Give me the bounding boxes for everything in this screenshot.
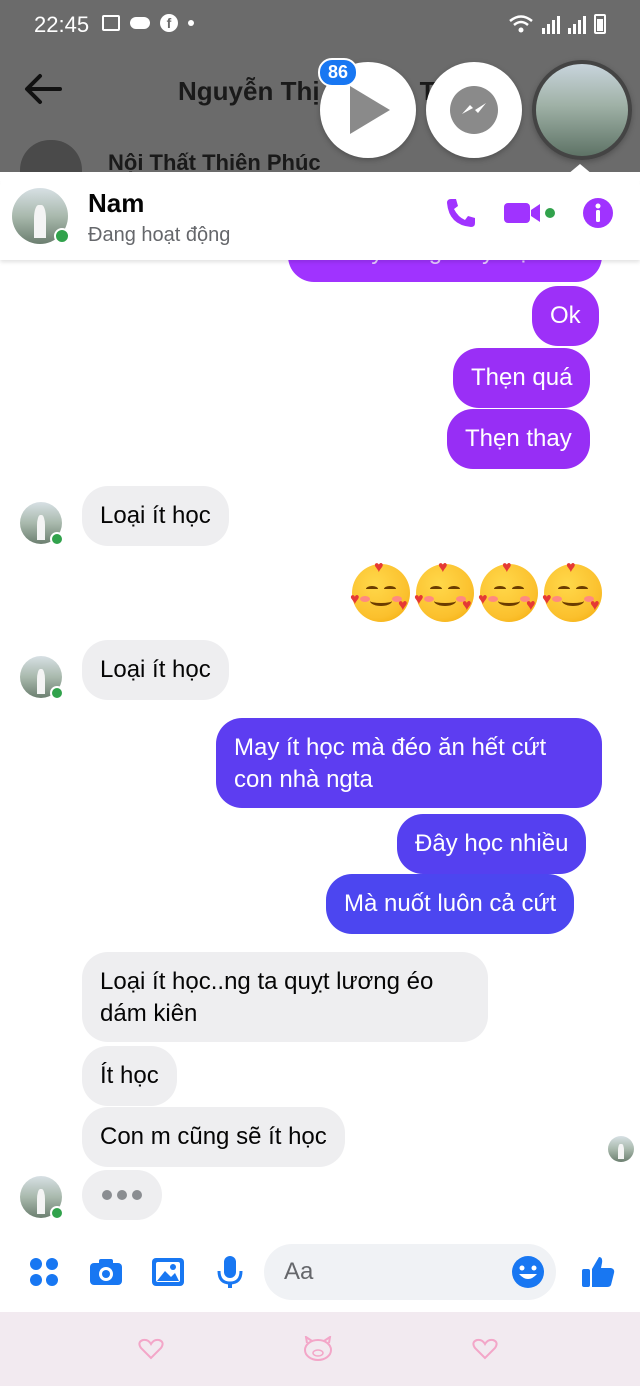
back-arrow-icon[interactable] — [24, 72, 62, 106]
message-text-line: May ít học mà đéo ăn hết cứt — [234, 734, 547, 761]
camera-icon[interactable] — [88, 1254, 124, 1290]
like-icon[interactable] — [580, 1254, 616, 1290]
online-indicator — [50, 1206, 64, 1220]
message-bubble-in[interactable]: Loại ít học — [82, 486, 229, 546]
unread-badge: 86 — [318, 58, 359, 87]
gallery-icon[interactable] — [150, 1254, 186, 1290]
message-bubble-out[interactable]: Ok — [532, 286, 599, 346]
home-pig-icon[interactable] — [302, 1336, 334, 1362]
header-actions — [444, 196, 614, 230]
message-bubble-in[interactable]: Loại ít học..ng ta quỵt lương éo dám kiê… — [82, 952, 488, 1042]
message-text: Loại ít học — [100, 502, 211, 529]
message-input[interactable]: Aa — [264, 1244, 556, 1300]
play-icon — [350, 86, 390, 134]
cloud-icon — [130, 17, 150, 29]
emoji-picker-icon[interactable] — [510, 1254, 546, 1290]
message-bubble-out[interactable]: May ít học mà đéo ăn hết cứt con nhà ngt… — [216, 718, 602, 808]
phone-call-icon[interactable] — [444, 196, 478, 230]
system-icons — [508, 14, 606, 34]
chat-window: Nam Đang hoạt động Lên cty cũng thay thị… — [0, 172, 640, 1312]
smiling-face-with-hearts-icon: ♥ ♥ ♥ — [478, 560, 538, 622]
microphone-icon[interactable] — [212, 1254, 248, 1290]
gallery-notification-icon — [102, 15, 120, 31]
message-text-line: dám kiên — [100, 1000, 198, 1027]
smiling-face-with-hearts-icon: ♥ ♥ ♥ — [350, 560, 410, 622]
message-bubble-out[interactable]: Đây học nhiều — [397, 814, 587, 874]
messenger-icon — [450, 86, 498, 134]
notification-icons: f — [102, 14, 194, 32]
chat-head-messenger[interactable] — [426, 62, 522, 158]
typing-indicator — [82, 1170, 162, 1220]
signal-2-icon — [568, 16, 586, 34]
battery-icon — [594, 14, 606, 34]
message-text: Thẹn quá — [471, 364, 573, 391]
message-text: Loại ít học — [100, 656, 211, 683]
message-input-placeholder: Aa — [284, 1258, 314, 1285]
message-text: Thẹn thay — [465, 425, 572, 452]
online-indicator — [54, 228, 70, 244]
smiling-face-with-hearts-icon: ♥ ♥ ♥ — [542, 560, 602, 622]
message-bubble-out[interactable]: Thẹn thay — [447, 409, 590, 469]
info-icon[interactable] — [582, 197, 614, 229]
message-text: Ok — [550, 302, 581, 329]
online-indicator — [50, 532, 64, 546]
navigation-bar — [0, 1312, 640, 1386]
chat-head-active-contact[interactable] — [532, 60, 632, 160]
message-bubble-out[interactable]: Mà nuốt luôn cả cứt — [326, 874, 575, 934]
online-indicator — [50, 686, 64, 700]
message-text-line: Loại ít học..ng ta quỵt lương éo — [100, 968, 434, 995]
smiling-face-with-hearts-icon: ♥ ♥ ♥ — [414, 560, 474, 622]
status-bar: 22:45 f — [0, 0, 640, 50]
seen-receipt-avatar — [608, 1136, 634, 1162]
facebook-icon: f — [160, 14, 178, 32]
message-bubble-in[interactable]: Ít học — [82, 1046, 177, 1106]
back-heart-icon[interactable] — [472, 1338, 498, 1360]
message-text: Ít học — [100, 1062, 159, 1089]
more-actions-icon[interactable] — [26, 1254, 62, 1290]
contact-status: Đang hoạt động — [88, 224, 231, 246]
message-composer: Aa — [0, 1236, 640, 1312]
status-time: 22:45 — [34, 12, 90, 37]
messenger-bolt-icon — [462, 103, 486, 114]
message-bubble-out[interactable]: Thẹn quá — [453, 348, 591, 408]
chat-header: Nam Đang hoạt động — [0, 172, 640, 260]
message-text: Con m cũng sẽ ít học — [100, 1123, 327, 1150]
message-text: Đây học nhiều — [415, 830, 569, 857]
wifi-icon — [509, 15, 533, 33]
recent-apps-heart-icon[interactable] — [138, 1338, 164, 1360]
emoji-message[interactable]: ♥ ♥ ♥ ♥ ♥ ♥ ♥ ♥ ♥ ♥ ♥ ♥ — [350, 560, 602, 622]
contact-name[interactable]: Nam — [88, 188, 144, 219]
message-text-line: con nhà ngta — [234, 766, 373, 793]
message-bubble-in[interactable]: Loại ít học — [82, 640, 229, 700]
message-bubble-in[interactable]: Con m cũng sẽ ít học — [82, 1107, 345, 1167]
video-call-icon[interactable] — [504, 198, 556, 228]
message-text: Mà nuốt luôn cả cứt — [344, 890, 557, 917]
signal-1-icon — [542, 16, 560, 34]
more-notifications-icon — [188, 20, 194, 26]
